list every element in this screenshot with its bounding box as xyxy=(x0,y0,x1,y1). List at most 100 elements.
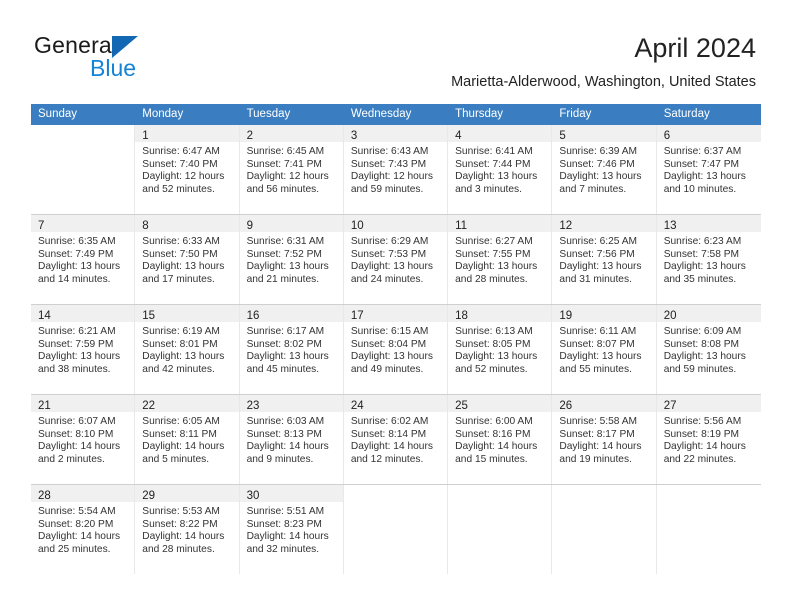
day-number-bar: 18 xyxy=(448,305,552,322)
day-number: 27 xyxy=(663,400,677,412)
daylight-duration-line1: Daylight: 14 hours xyxy=(246,441,329,453)
day-number-bar: 22 xyxy=(135,395,239,412)
sunset-time: Sunset: 7:43 PM xyxy=(350,158,427,170)
day-details: Sunrise: 6:02 AM Sunset: 8:14 PM Daylight:… xyxy=(344,412,447,466)
calendar-day-cell[interactable]: 5 Sunrise: 6:39 AM Sunset: 7:46 PM Daylight… xyxy=(552,125,657,214)
calendar-day-cell[interactable]: 23 Sunrise: 6:03 AM Sunset: 8:13 PM Dayligh… xyxy=(239,395,344,484)
day-number-bar: 12 xyxy=(552,215,656,232)
calendar-day-cell[interactable]: 2 Sunrise: 6:45 AM Sunset: 7:41 PM Daylight… xyxy=(239,125,344,214)
day-number-bar: 20 xyxy=(656,305,761,322)
weekday-header-monday: Monday xyxy=(135,104,240,125)
daylight-duration-line2: and 55 minutes. xyxy=(559,363,632,375)
sunset-time: Sunset: 7:41 PM xyxy=(246,158,322,170)
daylight-duration-line2: and 28 minutes. xyxy=(142,543,215,555)
sunset-time: Sunset: 8:13 PM xyxy=(246,428,322,440)
day-details: Sunrise: 6:29 AM Sunset: 7:53 PM Daylight:… xyxy=(344,232,447,286)
daylight-duration-line2: and 19 minutes. xyxy=(559,453,632,465)
calendar-body: 1 Sunrise: 6:47 AM Sunset: 7:40 PM Daylight… xyxy=(31,125,761,574)
calendar-day-cell[interactable]: 19 Sunrise: 6:11 AM Sunset: 8:07 PM Dayligh… xyxy=(552,305,657,394)
calendar-day-cell[interactable]: 18 Sunrise: 6:13 AM Sunset: 8:05 PM Dayligh… xyxy=(448,305,553,394)
calendar-day-cell[interactable]: 6 Sunrise: 6:37 AM Sunset: 7:47 PM Daylight… xyxy=(656,125,761,214)
sunrise-time: Sunrise: 6:29 AM xyxy=(350,236,429,247)
calendar-day-cell[interactable]: 25 Sunrise: 6:00 AM Sunset: 8:16 PM Dayligh… xyxy=(448,395,553,484)
daylight-duration-line2: and 38 minutes. xyxy=(38,363,111,375)
day-number: 14 xyxy=(38,310,51,322)
daylight-duration-line1: Daylight: 13 hours xyxy=(246,261,329,273)
calendar-day-cell[interactable]: 20 Sunrise: 6:09 AM Sunset: 8:08 PM Dayligh… xyxy=(656,305,761,394)
day-details: Sunrise: 6:13 AM Sunset: 8:05 PM Daylight:… xyxy=(448,322,551,376)
daylight-duration-line2: and 10 minutes. xyxy=(663,183,737,195)
calendar-day-cell[interactable]: 21 Sunrise: 6:07 AM Sunset: 8:10 PM Dayligh… xyxy=(31,395,136,484)
daylight-duration-line1: Daylight: 13 hours xyxy=(38,351,121,363)
day-number-bar: 21 xyxy=(31,395,135,412)
day-details: Sunrise: 6:43 AM Sunset: 7:43 PM Daylight:… xyxy=(344,142,447,196)
daylight-duration-line1: Daylight: 13 hours xyxy=(663,171,746,183)
sunrise-time: Sunrise: 6:45 AM xyxy=(246,146,325,157)
day-number: 5 xyxy=(559,130,566,142)
calendar-day-cell[interactable]: 29 Sunrise: 5:53 AM Sunset: 8:22 PM Dayligh… xyxy=(135,485,240,574)
calendar-day-cell[interactable]: 11 Sunrise: 6:27 AM Sunset: 7:55 PM Dayligh… xyxy=(448,215,553,304)
calendar-day-cell[interactable]: 1 Sunrise: 6:47 AM Sunset: 7:40 PM Daylight… xyxy=(135,125,240,214)
day-details: Sunrise: 6:39 AM Sunset: 7:46 PM Daylight:… xyxy=(552,142,655,196)
weekday-header-saturday: Saturday xyxy=(656,104,761,125)
weekday-header-sunday: Sunday xyxy=(31,104,136,125)
page-subtitle: Marietta-Alderwood, Washington, United S… xyxy=(451,74,756,90)
day-details: Sunrise: 6:27 AM Sunset: 7:55 PM Daylight:… xyxy=(448,232,551,286)
sunrise-time: Sunrise: 5:54 AM xyxy=(38,506,116,517)
sunset-time: Sunset: 7:59 PM xyxy=(38,338,114,350)
calendar-day-cell[interactable]: 10 Sunrise: 6:29 AM Sunset: 7:53 PM Dayligh… xyxy=(343,215,449,304)
daylight-duration-line2: and 24 minutes. xyxy=(350,273,424,285)
calendar-day-cell[interactable]: 24 Sunrise: 6:02 AM Sunset: 8:14 PM Dayligh… xyxy=(343,395,449,484)
day-number: 11 xyxy=(455,220,468,232)
calendar-day-cell[interactable]: 12 Sunrise: 6:25 AM Sunset: 7:56 PM Dayligh… xyxy=(552,215,657,304)
sunset-time: Sunset: 7:50 PM xyxy=(142,248,218,260)
day-details: Sunrise: 5:56 AM Sunset: 8:19 PM Daylight:… xyxy=(657,412,761,466)
calendar-cell-empty xyxy=(657,485,761,574)
calendar-day-cell[interactable]: 27 Sunrise: 5:56 AM Sunset: 8:19 PM Dayligh… xyxy=(656,395,761,484)
day-number-bar: 16 xyxy=(239,305,343,322)
calendar-day-cell[interactable]: 3 Sunrise: 6:43 AM Sunset: 7:43 PM Daylight… xyxy=(343,125,449,214)
calendar-cell-empty xyxy=(552,485,657,574)
calendar-day-cell[interactable]: 8 Sunrise: 6:33 AM Sunset: 7:50 PM Daylight… xyxy=(135,215,240,304)
calendar-day-cell[interactable]: 26 Sunrise: 5:58 AM Sunset: 8:17 PM Dayligh… xyxy=(552,395,657,484)
daylight-duration-line2: and 49 minutes. xyxy=(350,363,424,375)
calendar-day-cell[interactable]: 16 Sunrise: 6:17 AM Sunset: 8:02 PM Dayligh… xyxy=(239,305,344,394)
calendar-day-cell[interactable]: 9 Sunrise: 6:31 AM Sunset: 7:52 PM Daylight… xyxy=(239,215,344,304)
calendar-day-cell[interactable]: 28 Sunrise: 5:54 AM Sunset: 8:20 PM Dayligh… xyxy=(31,485,136,574)
calendar-day-cell[interactable]: 14 Sunrise: 6:21 AM Sunset: 7:59 PM Dayligh… xyxy=(31,305,136,394)
day-number-bar: 29 xyxy=(135,485,239,502)
daylight-duration-line1: Daylight: 14 hours xyxy=(142,441,225,453)
daylight-duration-line1: Daylight: 13 hours xyxy=(559,261,642,273)
day-details: Sunrise: 6:35 AM Sunset: 7:49 PM Daylight:… xyxy=(31,232,134,286)
daylight-duration-line2: and 12 minutes. xyxy=(350,453,424,465)
calendar-day-cell[interactable]: 17 Sunrise: 6:15 AM Sunset: 8:04 PM Dayligh… xyxy=(343,305,449,394)
daylight-duration-line1: Daylight: 13 hours xyxy=(455,351,538,363)
sunrise-time: Sunrise: 6:37 AM xyxy=(663,146,742,157)
page-header: General Blue April 2024 Marietta-Alderwo… xyxy=(0,0,792,103)
daylight-duration-line1: Daylight: 14 hours xyxy=(38,441,121,453)
sunset-time: Sunset: 7:56 PM xyxy=(559,248,635,260)
day-number-bar: 24 xyxy=(343,395,448,412)
weekday-header-friday: Friday xyxy=(552,104,657,125)
day-number-bar: 6 xyxy=(656,125,761,142)
day-details: Sunrise: 6:25 AM Sunset: 7:56 PM Daylight:… xyxy=(552,232,655,286)
calendar-day-cell[interactable]: 15 Sunrise: 6:19 AM Sunset: 8:01 PM Dayligh… xyxy=(135,305,240,394)
calendar-day-cell[interactable]: 7 Sunrise: 6:35 AM Sunset: 7:49 PM Daylight… xyxy=(31,215,136,304)
calendar-week-row: 1 Sunrise: 6:47 AM Sunset: 7:40 PM Daylight… xyxy=(31,125,761,215)
day-number-bar: 1 xyxy=(135,125,239,142)
day-number: 12 xyxy=(559,220,573,232)
day-number: 13 xyxy=(663,220,677,232)
day-number: 24 xyxy=(350,400,364,412)
calendar-day-cell[interactable]: 4 Sunrise: 6:41 AM Sunset: 7:44 PM Daylight… xyxy=(448,125,553,214)
daylight-duration-line2: and 2 minutes. xyxy=(38,453,105,465)
daylight-duration-line1: Daylight: 13 hours xyxy=(455,261,538,273)
daylight-duration-line1: Daylight: 14 hours xyxy=(455,441,538,453)
day-details: Sunrise: 6:31 AM Sunset: 7:52 PM Daylight:… xyxy=(240,232,343,286)
daylight-duration-line1: Daylight: 14 hours xyxy=(350,441,433,453)
calendar-day-cell[interactable]: 13 Sunrise: 6:23 AM Sunset: 7:58 PM Dayligh… xyxy=(656,215,761,304)
general-blue-logo[interactable]: General Blue xyxy=(34,32,214,81)
day-number: 26 xyxy=(559,400,573,412)
calendar-day-cell[interactable]: 30 Sunrise: 5:51 AM Sunset: 8:23 PM Dayligh… xyxy=(239,485,344,574)
calendar-cell-empty xyxy=(448,485,553,574)
calendar-day-cell[interactable]: 22 Sunrise: 6:05 AM Sunset: 8:11 PM Dayligh… xyxy=(135,395,240,484)
